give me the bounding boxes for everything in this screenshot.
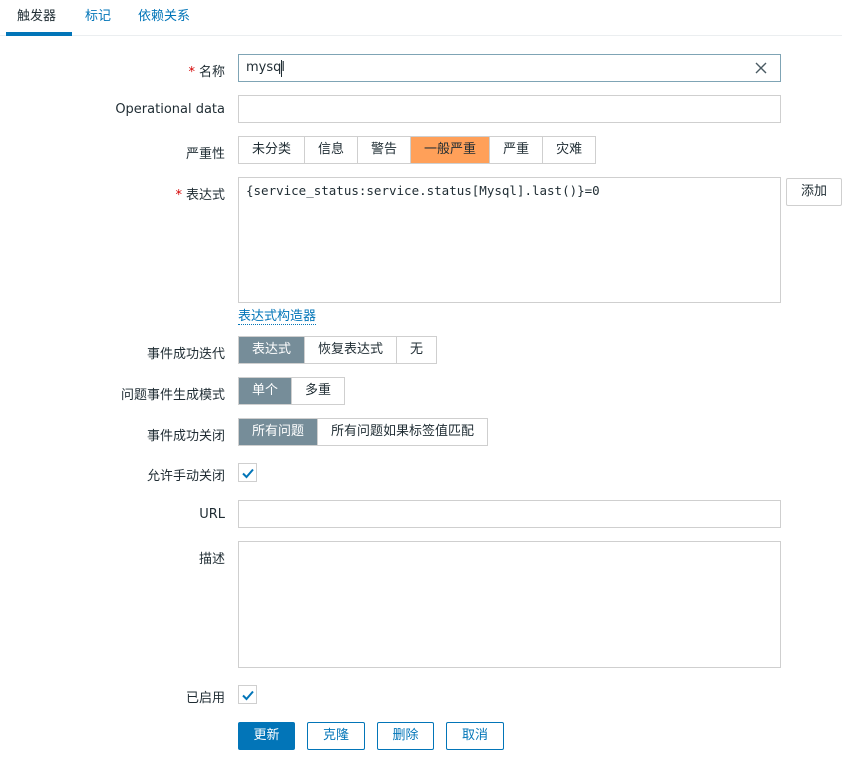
closes-all-problems[interactable]: 所有问题	[239, 419, 319, 445]
tab-dependencies[interactable]: 依赖关系	[138, 0, 190, 36]
expression-label: * 表达式	[175, 184, 225, 203]
cancel-button[interactable]: 取消	[446, 722, 504, 750]
expression-label-text: 表达式	[185, 188, 225, 203]
severity-label: 严重性	[185, 147, 225, 162]
enabled-label: 已启用	[185, 691, 225, 706]
allow-manual-close-checkbox[interactable]	[238, 463, 257, 482]
name-label: * 名称	[188, 61, 225, 80]
ok-event-none[interactable]: 无	[397, 337, 436, 363]
active-tab-indicator	[6, 32, 72, 36]
ok-event-generation-label: 事件成功迭代	[146, 347, 225, 362]
delete-button[interactable]: 删除	[377, 722, 434, 750]
severity-average[interactable]: 一般严重	[411, 137, 491, 163]
problem-event-mode-selector: 单个 多重	[238, 377, 346, 405]
checkmark-icon	[242, 468, 254, 479]
ok-event-closes-label: 事件成功关闭	[146, 429, 225, 444]
tab-tags[interactable]: 标记	[85, 0, 111, 36]
severity-high[interactable]: 严重	[490, 137, 544, 163]
problem-event-mode-label: 问题事件生成模式	[120, 388, 225, 403]
expression-value: {service_status:service.status[Mysql].la…	[246, 183, 600, 198]
description-label: 描述	[198, 552, 225, 567]
checkmark-icon	[242, 690, 254, 701]
ok-event-closes-selector: 所有问题 所有问题如果标签值匹配	[238, 418, 489, 446]
add-expression-button[interactable]: 添加	[786, 178, 842, 206]
url-input[interactable]	[238, 500, 781, 528]
description-textarea[interactable]	[238, 541, 781, 668]
tab-bar: 触发器 标记 依赖关系	[0, 0, 842, 36]
update-button[interactable]: 更新	[238, 722, 295, 750]
allow-manual-close-label: 允许手动关闭	[146, 469, 225, 484]
expression-textarea[interactable]: {service_status:service.status[Mysql].la…	[238, 177, 781, 303]
enabled-checkbox[interactable]	[238, 685, 257, 704]
ok-event-expression[interactable]: 表达式	[239, 337, 306, 363]
url-label: URL	[199, 507, 225, 522]
name-label-text: 名称	[198, 65, 225, 80]
tab-triggers[interactable]: 触发器	[17, 0, 56, 36]
severity-selector: 未分类 信息 警告 一般严重 严重 灾难	[238, 136, 597, 164]
ok-event-generation-selector: 表达式 恢复表达式 无	[238, 336, 438, 364]
operational-data-input[interactable]	[238, 95, 781, 123]
severity-warning[interactable]: 警告	[358, 137, 412, 163]
clone-button[interactable]: 克隆	[307, 722, 365, 750]
ok-event-recovery-expression[interactable]: 恢复表达式	[305, 337, 398, 363]
expression-builder-link[interactable]: 表达式构造器	[238, 305, 317, 325]
operational-data-label: Operational data	[115, 102, 225, 117]
severity-information[interactable]: 信息	[305, 137, 359, 163]
required-asterisk: *	[175, 188, 182, 203]
severity-not-classified[interactable]: 未分类	[239, 137, 306, 163]
clear-icon[interactable]	[754, 61, 768, 75]
required-asterisk: *	[188, 65, 195, 80]
problem-mode-single[interactable]: 单个	[239, 378, 293, 404]
name-input-value: mysql	[246, 60, 285, 75]
name-input[interactable]: mysql	[238, 54, 781, 82]
severity-disaster[interactable]: 灾难	[543, 137, 595, 163]
problem-mode-multiple[interactable]: 多重	[292, 378, 344, 404]
closes-matching-tags[interactable]: 所有问题如果标签值匹配	[318, 419, 487, 445]
text-caret	[281, 60, 282, 77]
